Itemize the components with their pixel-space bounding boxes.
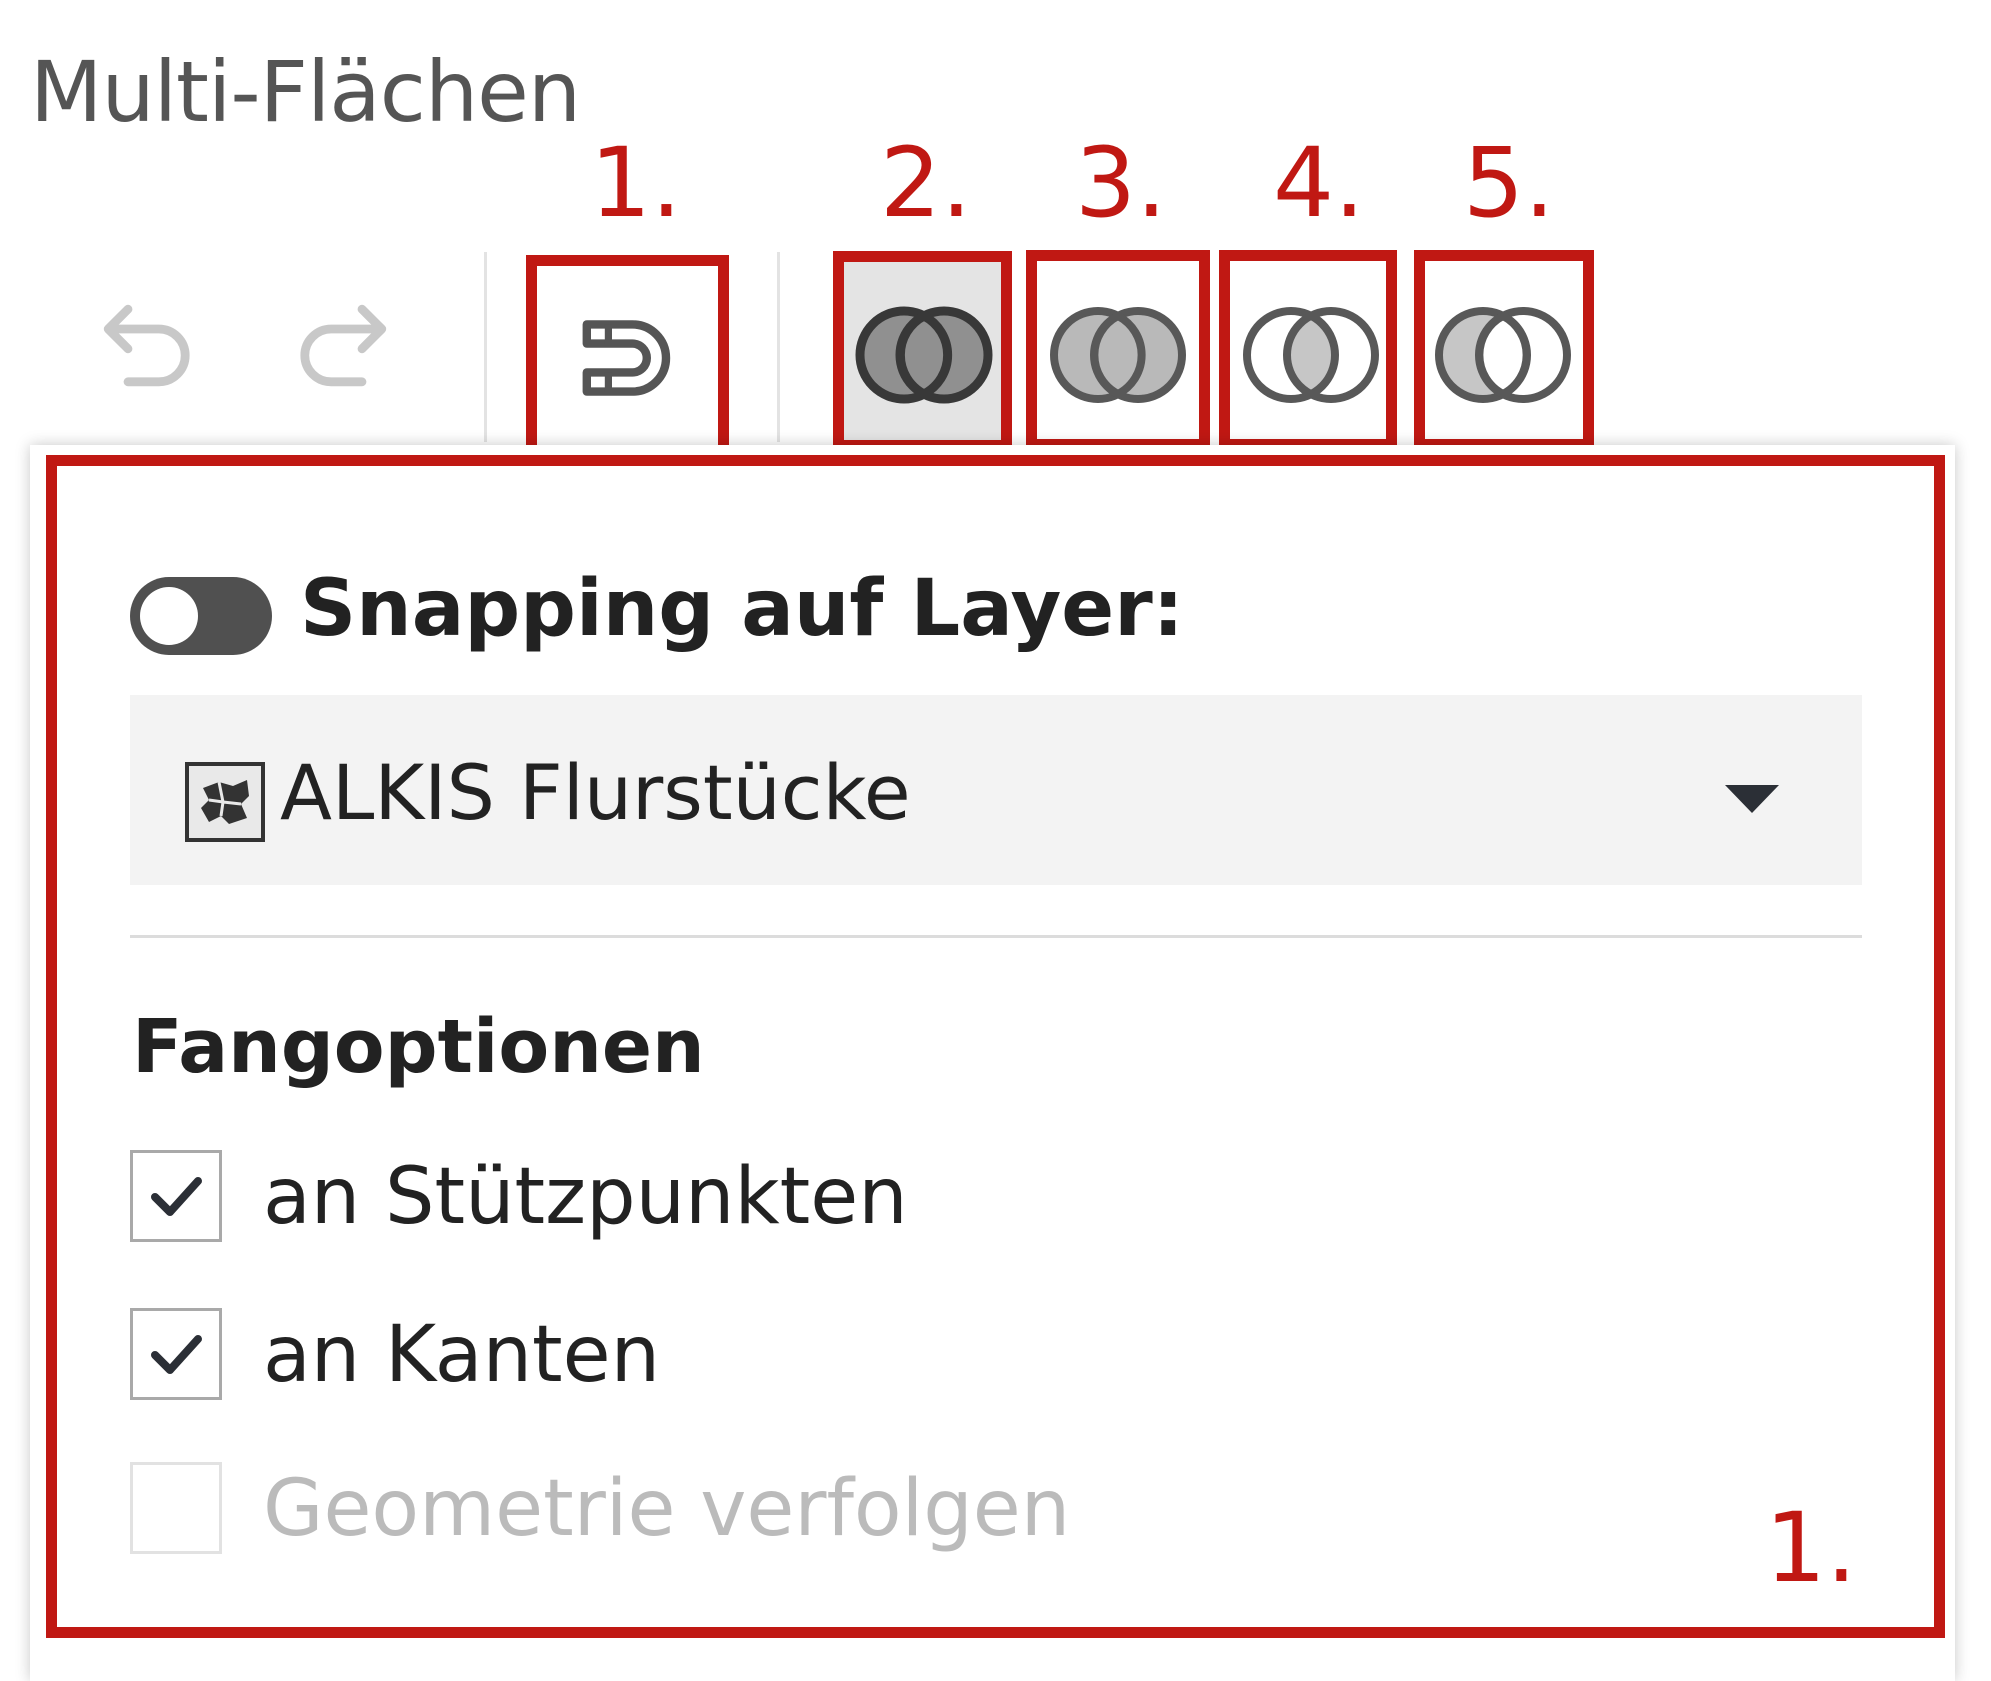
undo-button[interactable] [90, 280, 210, 400]
panel-title: Multi-Flächen [30, 43, 581, 141]
redo-icon [300, 304, 387, 387]
redo-button[interactable] [280, 280, 400, 400]
toolbar-separator [777, 252, 780, 442]
annotation-number-xor: 5. [1463, 127, 1555, 239]
undo-icon [103, 304, 190, 387]
annotation-number-intersection: 4. [1273, 127, 1365, 239]
annotation-number-union: 2. [880, 127, 972, 239]
annotation-number-panel: 1. [1765, 1492, 1857, 1604]
annotation-box-intersection [1219, 250, 1397, 450]
annotation-box-difference [1026, 250, 1210, 450]
annotation-box-union [833, 251, 1012, 451]
annotation-box-xor [1414, 250, 1594, 450]
annotation-number-snap: 1. [590, 127, 682, 239]
toolbar-separator [484, 252, 487, 442]
annotation-box-panel [46, 455, 1945, 1638]
annotation-number-difference: 3. [1075, 127, 1167, 239]
annotation-box-snap [526, 255, 729, 463]
